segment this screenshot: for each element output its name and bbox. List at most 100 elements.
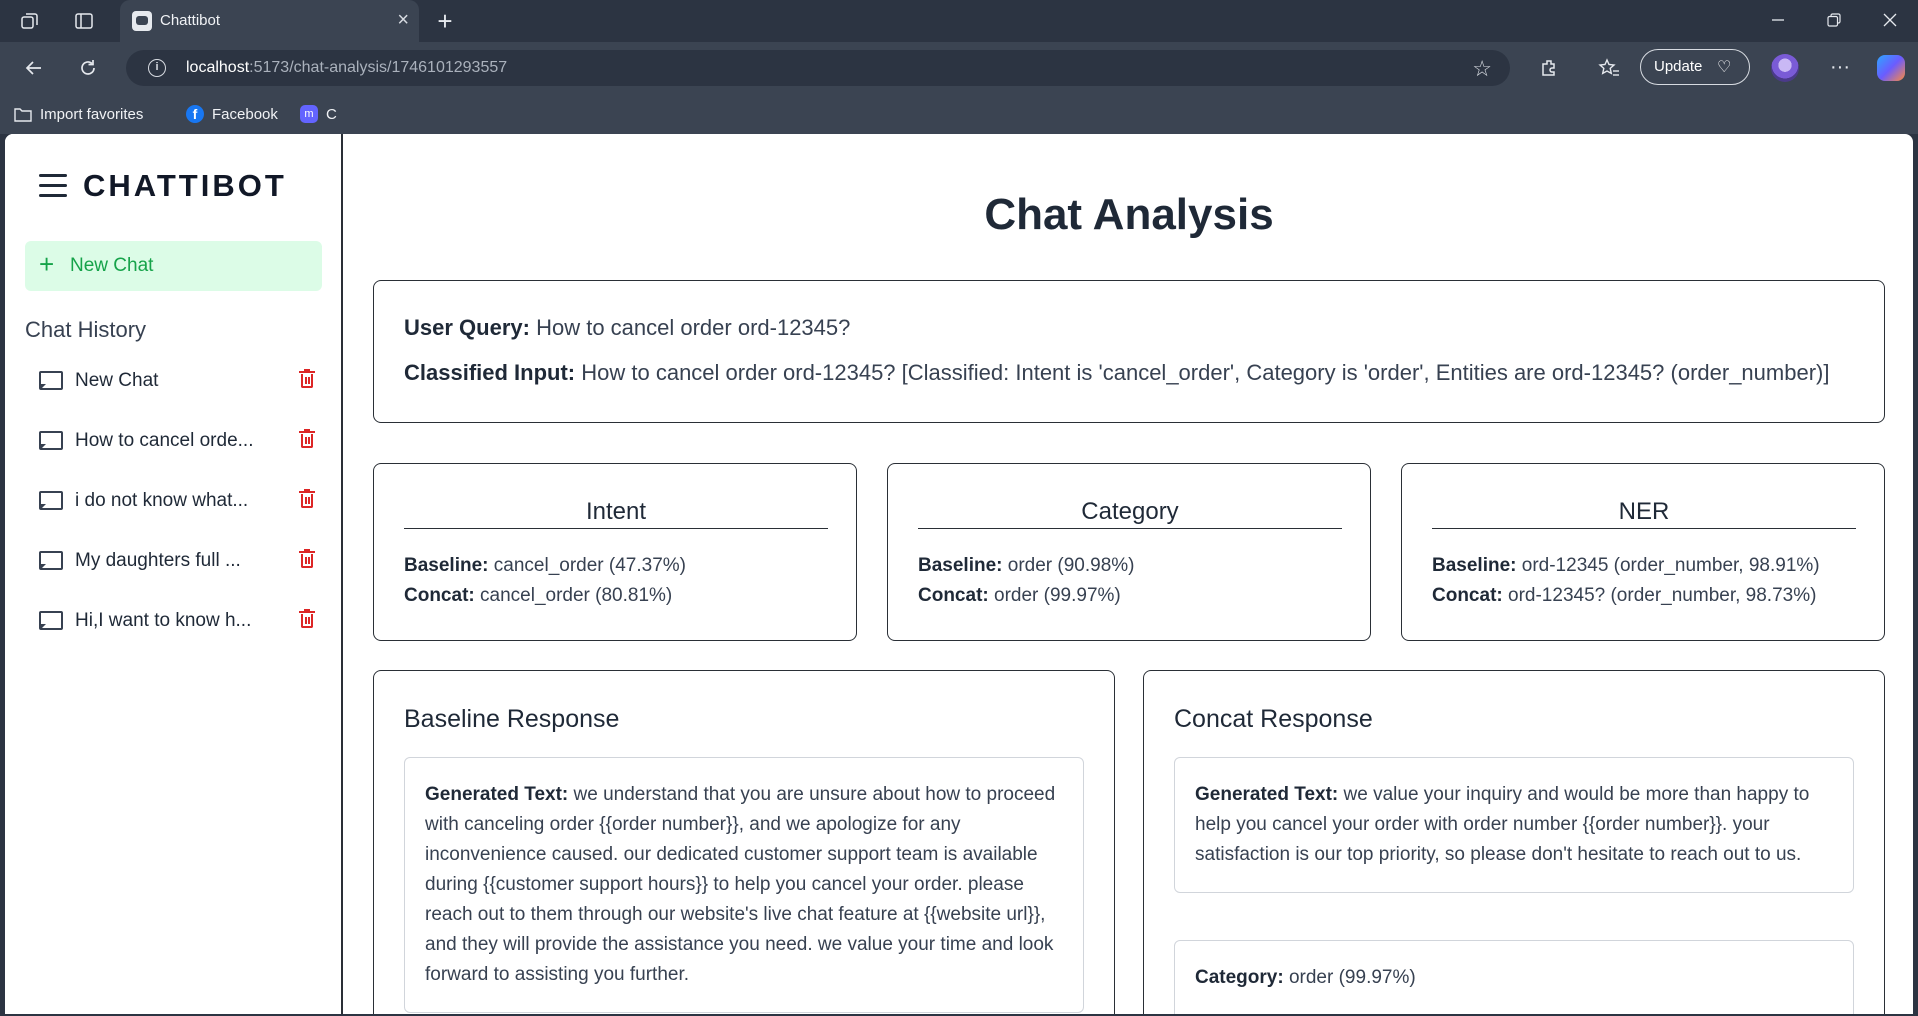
history-item-label: i do not know what... [75, 490, 249, 511]
url-field[interactable]: i localhost:5173/chat-analysis/174610129… [126, 50, 1510, 86]
hamburger-menu-icon[interactable] [39, 174, 67, 198]
copilot-icon[interactable] [1877, 55, 1905, 81]
history-item-label: My daughters full ... [75, 550, 241, 571]
chat-history-heading: Chat History [25, 317, 147, 342]
delete-trash-icon[interactable] [299, 429, 315, 449]
more-menu-icon[interactable]: ··· [1827, 54, 1853, 80]
mastodon-icon: m [300, 105, 318, 123]
delete-trash-icon[interactable] [299, 489, 315, 509]
baseline-value: order (90.98%) [1007, 555, 1135, 576]
concat-label: Concat: [1432, 585, 1503, 606]
active-tab[interactable]: Chattibot × [120, 0, 419, 42]
metric-concat: Concat: order (99.97%) [918, 585, 1121, 607]
history-item-label: Hi,I want to know h... [75, 610, 252, 631]
baseline-value: cancel_order (47.37%) [493, 555, 686, 576]
favorite-star-icon[interactable]: ☆ [1472, 56, 1492, 82]
minimize-icon[interactable] [1768, 10, 1788, 30]
history-item[interactable]: How to cancel orde... [25, 412, 325, 472]
history-item-label: New Chat [75, 370, 159, 391]
refresh-icon[interactable] [76, 56, 100, 80]
classified-input-label: Classified Input: [404, 360, 576, 385]
concat-value: order (99.97%) [994, 585, 1121, 606]
chat-history-list: New Chat How to cancel orde... i do not … [25, 352, 325, 652]
tab-title: Chattibot [160, 12, 221, 29]
workspaces-icon[interactable] [18, 9, 42, 33]
generated-text-label: Generated Text: [1195, 784, 1339, 805]
chat-bubble-icon [39, 611, 63, 630]
baseline-label: Baseline: [1432, 555, 1517, 576]
baseline-label: Baseline: [918, 555, 1003, 576]
concat-label: Concat: [404, 585, 475, 606]
update-button[interactable]: Update ♡ [1640, 49, 1750, 85]
sidebar: CHATTIBOT + New Chat Chat History New Ch… [5, 134, 343, 1014]
generated-text-label: Generated Text: [425, 784, 569, 805]
generated-text-box: Generated Text: we value your inquiry an… [1174, 757, 1854, 893]
history-item[interactable]: Hi,I want to know h... [25, 592, 325, 652]
metric-baseline: Baseline: ord-12345 (order_number, 98.91… [1432, 555, 1820, 577]
main-content: Chat Analysis User Query: How to cancel … [345, 134, 1913, 1014]
close-tab-icon[interactable]: × [397, 9, 409, 31]
generated-text-box: Generated Text: we understand that you a… [404, 757, 1084, 1013]
facebook-icon: f [186, 105, 204, 123]
user-query-line: User Query: How to cancel order ord-1234… [404, 315, 850, 341]
metric-baseline: Baseline: order (90.98%) [918, 555, 1135, 577]
delete-trash-icon[interactable] [299, 369, 315, 389]
category-result-box: Category: order (99.97%) [1174, 940, 1854, 1014]
concat-value: ord-12345? (order_number, 98.73%) [1508, 585, 1817, 606]
update-label: Update [1654, 58, 1703, 75]
baseline-response-card: Baseline Response Generated Text: we und… [373, 670, 1115, 1014]
classified-input-text: How to cancel order ord-12345? [Classifi… [581, 360, 1830, 385]
history-item[interactable]: New Chat [25, 352, 325, 412]
plus-icon: + [39, 249, 55, 279]
new-tab-icon[interactable]: + [432, 6, 458, 36]
concat-label: Concat: [918, 585, 989, 606]
classified-input-line: Classified Input: How to cancel order or… [404, 360, 1829, 386]
browser-tab-bar: Chattibot × + [0, 0, 1918, 42]
extensions-icon[interactable] [1537, 56, 1561, 80]
chat-bubble-icon [39, 431, 63, 450]
brand-logo-text: CHATTIBOT [83, 168, 287, 203]
bookmark-label: Facebook [212, 105, 278, 123]
profile-avatar[interactable] [1771, 54, 1799, 82]
favorites-bar: Import favorites f Facebook m C [0, 94, 1918, 134]
baseline-label: Baseline: [404, 555, 489, 576]
metric-baseline: Baseline: cancel_order (47.37%) [404, 555, 686, 577]
update-heart-icon: ♡ [1717, 59, 1732, 76]
folder-icon [14, 108, 32, 122]
new-chat-label: New Chat [70, 255, 154, 276]
close-window-icon[interactable] [1880, 10, 1900, 30]
restore-icon[interactable] [1824, 10, 1844, 30]
delete-trash-icon[interactable] [299, 609, 315, 629]
import-favorites-link[interactable]: Import favorites [14, 102, 143, 126]
back-icon[interactable] [22, 56, 46, 80]
facebook-bookmark[interactable]: f Facebook [186, 102, 278, 126]
chattibot-favicon-icon [132, 11, 152, 31]
category-label: Category: [1195, 967, 1284, 988]
metric-title: NER [1432, 498, 1856, 529]
vertical-tabs-icon[interactable] [72, 9, 96, 33]
history-item[interactable]: My daughters full ... [25, 532, 325, 592]
intent-card: Intent Baseline: cancel_order (47.37%) C… [373, 463, 857, 641]
chat-bubble-icon [39, 491, 63, 510]
baseline-value: ord-12345 (order_number, 98.91%) [1521, 555, 1820, 576]
response-title: Concat Response [1174, 705, 1373, 733]
url-text: localhost:5173/chat-analysis/17461012935… [186, 59, 507, 77]
ner-card: NER Baseline: ord-12345 (order_number, 9… [1401, 463, 1885, 641]
page-title: Chat Analysis [984, 190, 1274, 239]
new-chat-button[interactable]: + New Chat [25, 241, 322, 291]
chat-bubble-icon [39, 551, 63, 570]
site-info-icon[interactable]: i [148, 59, 166, 77]
metric-title: Intent [404, 498, 828, 529]
delete-trash-icon[interactable] [299, 549, 315, 569]
metric-concat: Concat: cancel_order (80.81%) [404, 585, 672, 607]
history-item-label: How to cancel orde... [75, 430, 254, 451]
user-query-label: User Query: [404, 315, 530, 340]
url-host: localhost [186, 59, 250, 76]
query-card: User Query: How to cancel order ord-1234… [373, 280, 1885, 423]
history-item[interactable]: i do not know what... [25, 472, 325, 532]
concat-response-card: Concat Response Generated Text: we value… [1143, 670, 1885, 1014]
favorites-icon[interactable] [1597, 56, 1621, 80]
c-bookmark[interactable]: m C [300, 102, 337, 126]
bookmark-label: C [326, 105, 337, 123]
category-value: order (99.97%) [1288, 967, 1416, 988]
